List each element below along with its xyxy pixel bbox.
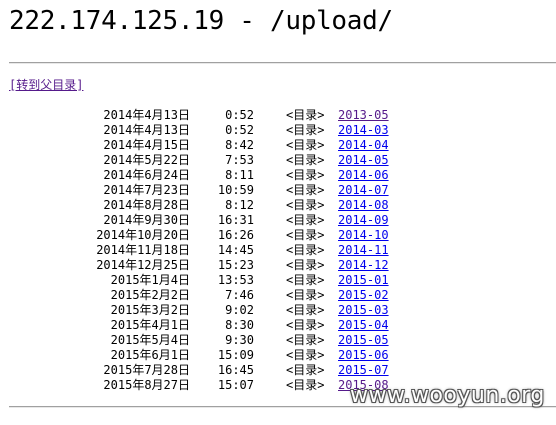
entry-date: 2015年7月28日 xyxy=(103,363,190,377)
entry-time: 15:09 xyxy=(217,348,254,362)
entry-type-label: <目录> xyxy=(286,243,325,257)
entry-time: 15:07 xyxy=(217,378,254,392)
entry-time: 0:52 xyxy=(225,108,254,122)
entry-time: 0:52 xyxy=(225,123,254,137)
parent-directory-link[interactable]: [转到父目录] xyxy=(9,78,83,93)
entry-type-label: <目录> xyxy=(286,123,325,137)
page-title: 222.174.125.19 - /upload/ xyxy=(9,6,393,36)
entry-date: 2014年5月22日 xyxy=(103,153,190,167)
entry-type-label: <目录> xyxy=(286,153,325,167)
entry-time: 16:26 xyxy=(217,228,254,242)
watermark: www.wooyun.org xyxy=(350,383,545,408)
entry-type-label: <目录> xyxy=(286,348,325,362)
entry-time: 10:59 xyxy=(217,183,254,197)
directory-link[interactable]: 2014-12 xyxy=(338,258,389,273)
listing-row: 2014年9月30日 16:31 <目录> 2014-09 xyxy=(0,213,400,228)
directory-link[interactable]: 2014-03 xyxy=(338,123,389,138)
listing-row: 2014年11月18日 14:45 <目录> 2014-11 xyxy=(0,243,400,258)
listing-row: 2015年3月2日 9:02 <目录> 2015-03 xyxy=(0,303,400,318)
directory-link[interactable]: 2014-08 xyxy=(338,198,389,213)
entry-date: 2015年3月2日 xyxy=(110,303,190,317)
entry-time: 15:23 xyxy=(217,258,254,272)
directory-link[interactable]: 2015-07 xyxy=(338,363,389,378)
entry-type-label: <目录> xyxy=(286,378,325,392)
listing-row: 2014年8月28日 8:12 <目录> 2014-08 xyxy=(0,198,400,213)
listing-row: 2015年8月27日 15:07 <目录> 2015-08 xyxy=(0,378,400,393)
directory-link[interactable]: 2015-01 xyxy=(338,273,389,288)
listing-row: 2014年12月25日 15:23 <目录> 2014-12 xyxy=(0,258,400,273)
directory-link[interactable]: 2015-05 xyxy=(338,333,389,348)
entry-type-label: <目录> xyxy=(286,138,325,152)
listing-row: 2015年6月1日 15:09 <目录> 2015-06 xyxy=(0,348,400,363)
entry-type-label: <目录> xyxy=(286,303,325,317)
entry-type-label: <目录> xyxy=(286,273,325,287)
entry-date: 2014年8月28日 xyxy=(103,198,190,212)
directory-link[interactable]: 2014-10 xyxy=(338,228,389,243)
entry-date: 2014年11月18日 xyxy=(96,243,190,257)
directory-link[interactable]: 2014-06 xyxy=(338,168,389,183)
entry-date: 2015年5月4日 xyxy=(110,333,190,347)
directory-link[interactable]: 2013-05 xyxy=(338,108,389,123)
listing-row: 2015年4月1日 8:30 <目录> 2015-04 xyxy=(0,318,400,333)
entry-date: 2015年4月1日 xyxy=(110,318,190,332)
entry-date: 2014年10月20日 xyxy=(96,228,190,242)
listing-row: 2014年6月24日 8:11 <目录> 2014-06 xyxy=(0,168,400,183)
entry-type-label: <目录> xyxy=(286,198,325,212)
directory-link[interactable]: 2014-11 xyxy=(338,243,389,258)
entry-type-label: <目录> xyxy=(286,363,325,377)
entry-time: 7:53 xyxy=(225,153,254,167)
entry-time: 8:11 xyxy=(225,168,254,182)
entry-time: 8:12 xyxy=(225,198,254,212)
entry-type-label: <目录> xyxy=(286,183,325,197)
listing-row: 2015年7月28日 16:45 <目录> 2015-07 xyxy=(0,363,400,378)
entry-date: 2015年2月2日 xyxy=(110,288,190,302)
entry-time: 8:42 xyxy=(225,138,254,152)
directory-link[interactable]: 2014-04 xyxy=(338,138,389,153)
entry-date: 2014年9月30日 xyxy=(103,213,190,227)
entry-date: 2014年12月25日 xyxy=(96,258,190,272)
entry-type-label: <目录> xyxy=(286,228,325,242)
entry-time: 13:53 xyxy=(217,273,254,287)
entry-date: 2015年1月4日 xyxy=(110,273,190,287)
entry-date: 2014年4月13日 xyxy=(103,108,190,122)
entry-time: 16:45 xyxy=(217,363,254,377)
entry-date: 2014年4月15日 xyxy=(103,138,190,152)
entry-type-label: <目录> xyxy=(286,258,325,272)
entry-time: 8:30 xyxy=(225,318,254,332)
entry-type-label: <目录> xyxy=(286,108,325,122)
entry-time: 9:30 xyxy=(225,333,254,347)
directory-link[interactable]: 2014-05 xyxy=(338,153,389,168)
entry-type-label: <目录> xyxy=(286,333,325,347)
entry-date: 2015年8月27日 xyxy=(103,378,190,392)
entry-type-label: <目录> xyxy=(286,168,325,182)
entry-time: 14:45 xyxy=(217,243,254,257)
directory-link[interactable]: 2015-03 xyxy=(338,303,389,318)
entry-time: 9:02 xyxy=(225,303,254,317)
directory-link[interactable]: 2014-09 xyxy=(338,213,389,228)
directory-link[interactable]: 2014-07 xyxy=(338,183,389,198)
listing-row: 2015年1月4日 13:53 <目录> 2015-01 xyxy=(0,273,400,288)
listing-row: 2014年4月13日 0:52 <目录> 2014-03 xyxy=(0,123,400,138)
entry-type-label: <目录> xyxy=(286,318,325,332)
directory-link[interactable]: 2015-04 xyxy=(338,318,389,333)
entry-time: 7:46 xyxy=(225,288,254,302)
entry-type-label: <目录> xyxy=(286,213,325,227)
directory-link[interactable]: 2015-06 xyxy=(338,348,389,363)
listing-row: 2015年2月2日 7:46 <目录> 2015-02 xyxy=(0,288,400,303)
header-divider xyxy=(9,62,556,64)
entry-type-label: <目录> xyxy=(286,288,325,302)
entry-time: 16:31 xyxy=(217,213,254,227)
entry-date: 2015年6月1日 xyxy=(110,348,190,362)
listing-row: 2015年5月4日 9:30 <目录> 2015-05 xyxy=(0,333,400,348)
entry-date: 2014年6月24日 xyxy=(103,168,190,182)
entry-date: 2014年4月13日 xyxy=(103,123,190,137)
listing-row: 2014年4月15日 8:42 <目录> 2014-04 xyxy=(0,138,400,153)
listing-row: 2014年7月23日 10:59 <目录> 2014-07 xyxy=(0,183,400,198)
directory-listing: 2014年4月13日 0:52 <目录> 2013-05 2014年4月13日 0:52 <… xyxy=(0,108,400,393)
entry-date: 2014年7月23日 xyxy=(103,183,190,197)
listing-row: 2014年4月13日 0:52 <目录> 2013-05 xyxy=(0,108,400,123)
listing-row: 2014年10月20日 16:26 <目录> 2014-10 xyxy=(0,228,400,243)
listing-row: 2014年5月22日 7:53 <目录> 2014-05 xyxy=(0,153,400,168)
directory-link[interactable]: 2015-02 xyxy=(338,288,389,303)
